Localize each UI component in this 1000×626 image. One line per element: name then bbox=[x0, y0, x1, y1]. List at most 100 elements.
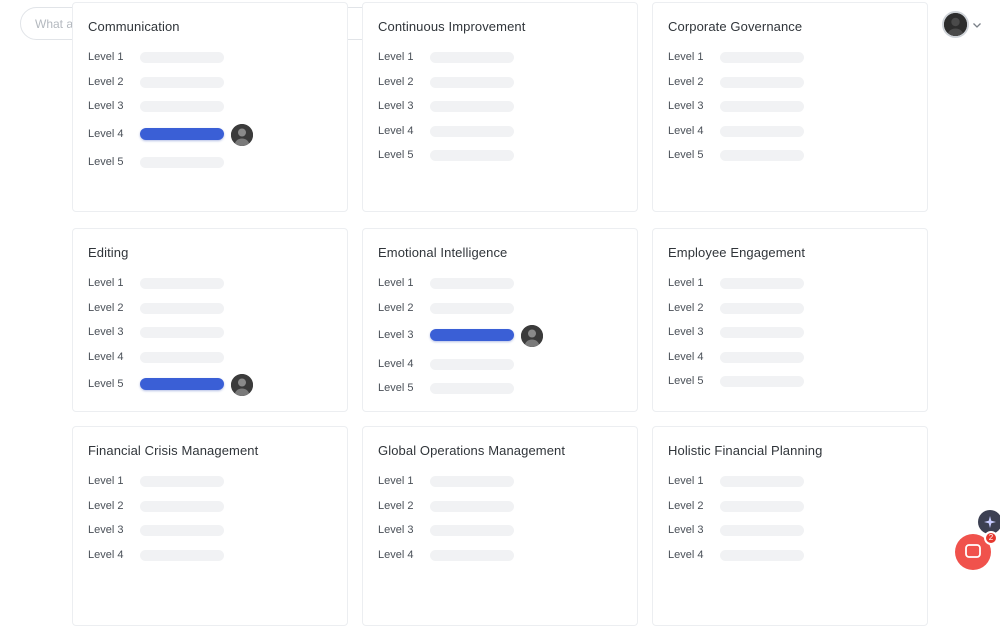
level-row[interactable]: Level 4 bbox=[668, 348, 908, 368]
level-bar[interactable] bbox=[140, 278, 224, 289]
competency-card: Financial Crisis Management Level 1 Level … bbox=[72, 426, 348, 626]
level-bar[interactable] bbox=[140, 500, 224, 512]
level-bar[interactable] bbox=[140, 76, 224, 88]
level-bar[interactable] bbox=[720, 76, 804, 88]
level-bar[interactable] bbox=[430, 383, 514, 394]
level-row[interactable]: Level 1 bbox=[668, 48, 908, 68]
card-title: Financial Crisis Management bbox=[88, 443, 259, 458]
level-row[interactable]: Level 2 bbox=[668, 73, 908, 93]
level-row[interactable]: Level 2 bbox=[88, 73, 328, 93]
user-avatar[interactable] bbox=[942, 11, 969, 38]
card-title: Emotional Intelligence bbox=[378, 245, 508, 260]
competency-card: Holistic Financial Planning Level 1 Level … bbox=[652, 426, 928, 626]
assessor-avatar bbox=[231, 374, 253, 396]
level-bar[interactable] bbox=[140, 302, 224, 314]
level-bar-active[interactable] bbox=[140, 127, 224, 140]
level-row[interactable]: Level 1 bbox=[88, 48, 328, 68]
level-bar[interactable] bbox=[720, 278, 804, 289]
level-bar[interactable] bbox=[720, 549, 804, 561]
level-label: Level 5 bbox=[668, 149, 704, 161]
level-row[interactable]: Level 3 bbox=[668, 97, 908, 117]
level-bar[interactable] bbox=[430, 101, 514, 112]
level-row[interactable]: Level 2 bbox=[378, 299, 618, 319]
level-bar[interactable] bbox=[720, 476, 804, 487]
level-bar[interactable] bbox=[720, 525, 804, 536]
level-row[interactable]: Level 5 bbox=[378, 146, 618, 166]
level-bar[interactable] bbox=[720, 500, 804, 512]
level-row[interactable]: Level 5 bbox=[668, 146, 908, 166]
level-label: Level 3 bbox=[378, 100, 414, 112]
level-row[interactable]: Level 5 bbox=[88, 153, 328, 173]
level-row[interactable]: Level 2 bbox=[378, 497, 618, 517]
level-row[interactable]: Level 4 bbox=[668, 122, 908, 142]
level-row[interactable]: Level 3 bbox=[88, 521, 328, 541]
level-row[interactable]: Level 1 bbox=[88, 472, 328, 492]
level-row[interactable]: Level 2 bbox=[668, 497, 908, 517]
level-bar[interactable] bbox=[430, 358, 514, 370]
level-row[interactable]: Level 3 bbox=[88, 323, 328, 343]
level-bar[interactable] bbox=[430, 76, 514, 88]
level-bar[interactable] bbox=[430, 278, 514, 289]
level-bar[interactable] bbox=[430, 125, 514, 137]
level-bar[interactable] bbox=[720, 101, 804, 112]
level-bar[interactable] bbox=[140, 157, 224, 168]
level-row[interactable]: Level 3 bbox=[378, 325, 618, 347]
level-row[interactable]: Level 1 bbox=[88, 274, 328, 294]
level-label: Level 1 bbox=[668, 277, 704, 289]
level-bar[interactable] bbox=[140, 351, 224, 363]
level-row[interactable]: Level 4 bbox=[378, 355, 618, 375]
level-row[interactable]: Level 4 bbox=[378, 122, 618, 142]
level-row[interactable]: Level 3 bbox=[668, 521, 908, 541]
level-label: Level 5 bbox=[378, 149, 414, 161]
level-row[interactable]: Level 3 bbox=[668, 323, 908, 343]
level-row[interactable]: Level 4 bbox=[378, 546, 618, 566]
level-bar[interactable] bbox=[720, 302, 804, 314]
level-bar[interactable] bbox=[720, 327, 804, 338]
level-row[interactable]: Level 2 bbox=[88, 299, 328, 319]
level-label: Level 5 bbox=[378, 382, 414, 394]
chevron-down-icon[interactable] bbox=[971, 18, 983, 30]
level-row[interactable]: Level 5 bbox=[88, 374, 328, 396]
level-row[interactable]: Level 4 bbox=[668, 546, 908, 566]
level-bar[interactable] bbox=[140, 52, 224, 63]
level-bar[interactable] bbox=[430, 525, 514, 536]
competency-card: Employee Engagement Level 1 Level 2 Level 3… bbox=[652, 228, 928, 412]
level-bar[interactable] bbox=[430, 476, 514, 487]
level-row[interactable]: Level 4 bbox=[88, 348, 328, 368]
level-row[interactable]: Level 1 bbox=[378, 472, 618, 492]
level-bar-active[interactable] bbox=[140, 378, 224, 390]
level-row[interactable]: Level 2 bbox=[88, 497, 328, 517]
level-bar[interactable] bbox=[720, 52, 804, 63]
level-row[interactable]: Level 1 bbox=[378, 48, 618, 68]
level-row[interactable]: Level 5 bbox=[378, 379, 618, 399]
level-bar[interactable] bbox=[430, 150, 514, 161]
level-label: Level 3 bbox=[88, 524, 124, 536]
level-bar[interactable] bbox=[430, 549, 514, 561]
level-row[interactable]: Level 3 bbox=[378, 521, 618, 541]
level-bar[interactable] bbox=[720, 150, 804, 161]
level-row[interactable]: Level 1 bbox=[668, 274, 908, 294]
level-row[interactable]: Level 2 bbox=[668, 299, 908, 319]
level-bar[interactable] bbox=[430, 52, 514, 63]
level-row[interactable]: Level 1 bbox=[378, 274, 618, 294]
level-bar-active[interactable] bbox=[430, 329, 514, 341]
level-bar[interactable] bbox=[720, 125, 804, 137]
level-row[interactable]: Level 5 bbox=[668, 372, 908, 392]
level-bar[interactable] bbox=[140, 476, 224, 487]
level-bar[interactable] bbox=[720, 351, 804, 363]
level-label: Level 3 bbox=[88, 326, 124, 338]
level-bar[interactable] bbox=[140, 101, 224, 112]
level-bar[interactable] bbox=[140, 327, 224, 338]
level-row[interactable]: Level 1 bbox=[668, 472, 908, 492]
level-bar[interactable] bbox=[720, 376, 804, 387]
level-bar[interactable] bbox=[140, 549, 224, 561]
level-row[interactable]: Level 4 bbox=[88, 546, 328, 566]
level-bar[interactable] bbox=[140, 525, 224, 536]
level-bar[interactable] bbox=[430, 302, 514, 314]
level-row[interactable]: Level 3 bbox=[88, 97, 328, 117]
level-label: Level 5 bbox=[88, 378, 124, 390]
level-row[interactable]: Level 3 bbox=[378, 97, 618, 117]
level-row[interactable]: Level 4 bbox=[88, 123, 328, 146]
level-row[interactable]: Level 2 bbox=[378, 73, 618, 93]
level-bar[interactable] bbox=[430, 500, 514, 512]
